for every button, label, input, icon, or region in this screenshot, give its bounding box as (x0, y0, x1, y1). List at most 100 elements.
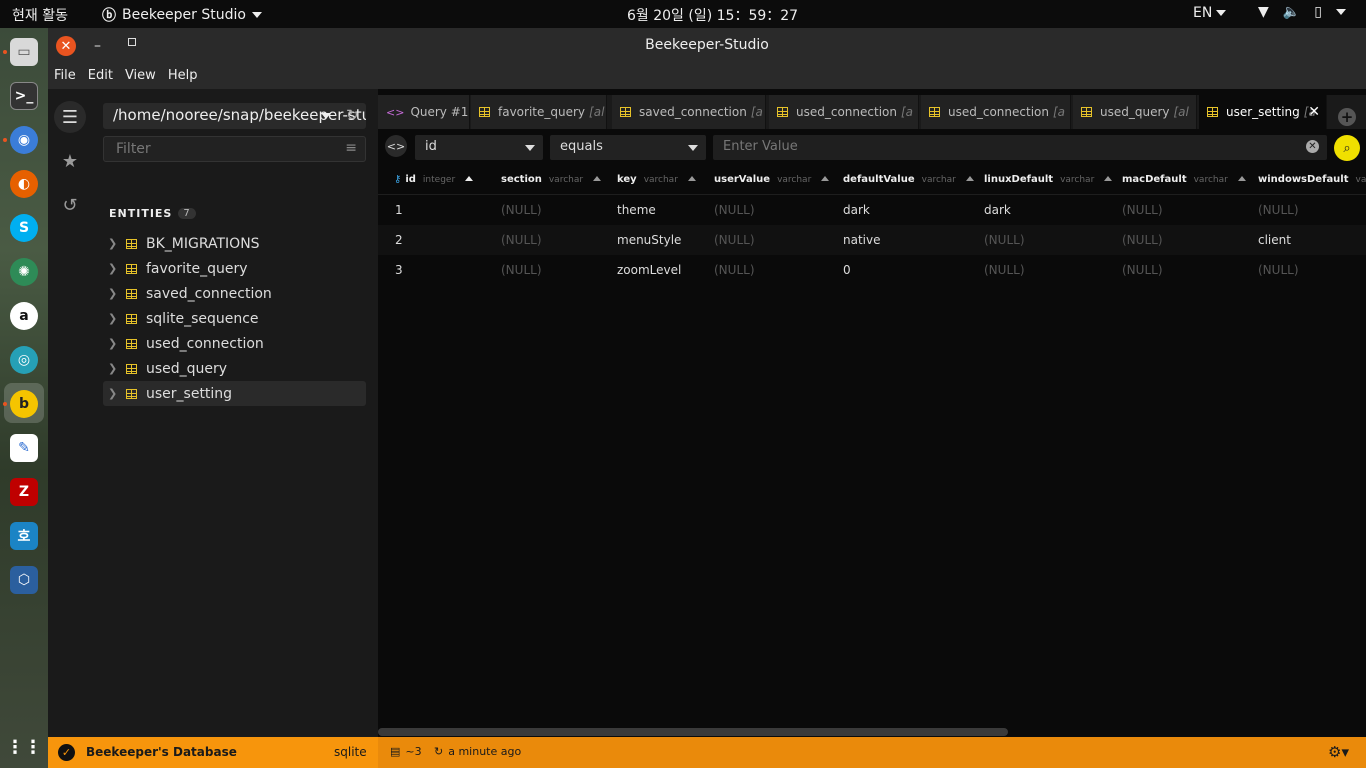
tab-favorite-query[interactable]: favorite_query [al (471, 95, 607, 129)
cell[interactable]: zoomLevel (617, 263, 681, 277)
cell[interactable]: (NULL) (714, 233, 755, 247)
add-tab-icon[interactable]: + (1338, 108, 1356, 126)
cell[interactable]: (NULL) (501, 233, 542, 247)
cell[interactable]: (NULL) (714, 203, 755, 217)
table-row[interactable]: 1 (NULL) theme (NULL) dark dark (NULL) (… (378, 195, 1366, 225)
entity-item[interactable]: ❯ favorite_query (103, 256, 366, 281)
sort-icon[interactable] (821, 176, 830, 181)
column-header[interactable]: ⚷ id integer (394, 174, 474, 185)
cell[interactable]: (NULL) (984, 233, 1025, 247)
menu-help[interactable]: Help (162, 64, 204, 89)
atom-icon[interactable]: ✺ (10, 258, 38, 286)
column-header[interactable]: linuxDefault varchar (984, 174, 1113, 185)
entity-item[interactable]: ❯ BK_MIGRATIONS (103, 231, 366, 256)
history-icon[interactable]: ↺ (54, 189, 86, 221)
entity-item[interactable]: ❯ sqlite_sequence (103, 306, 366, 331)
menu-edit[interactable]: Edit (82, 64, 119, 89)
chevron-right-icon[interactable]: ❯ (108, 337, 126, 350)
code-icon[interactable]: <> (385, 135, 407, 157)
column-header[interactable]: defaultValue varchar (843, 174, 974, 185)
beekeeper-studio-icon[interactable]: b (10, 390, 38, 418)
chevron-right-icon[interactable]: ❯ (108, 362, 126, 375)
cell[interactable]: 1 (395, 203, 403, 217)
cell[interactable]: (NULL) (714, 263, 755, 277)
gear-icon[interactable]: ⚙▾ (1328, 743, 1349, 761)
column-header[interactable]: macDefault varchar (1122, 174, 1246, 185)
filter-icon[interactable]: ≡ (345, 140, 357, 156)
filezilla-icon[interactable]: Z (10, 478, 38, 506)
cell[interactable]: (NULL) (1122, 233, 1163, 247)
system-tray[interactable]: ▼ 🔈 ▯ (1258, 4, 1346, 20)
language-selector[interactable]: EN (1193, 5, 1227, 21)
tab-used-connection-2[interactable]: used_connection [a (921, 95, 1071, 129)
menu-view[interactable]: View (119, 64, 162, 89)
close-icon[interactable]: ✕ (1308, 104, 1320, 120)
menu-file[interactable]: File (48, 64, 82, 89)
sort-icon[interactable] (965, 176, 974, 181)
firefox-icon[interactable]: ◐ (10, 170, 38, 198)
terminal-icon[interactable]: >_ (10, 82, 38, 110)
chevron-right-icon[interactable]: ❯ (108, 287, 126, 300)
cell[interactable]: theme (617, 203, 656, 217)
database-icon[interactable]: ☰ (54, 101, 86, 133)
cell[interactable]: (NULL) (1258, 203, 1299, 217)
sort-icon[interactable] (465, 176, 474, 181)
sort-icon[interactable] (687, 176, 696, 181)
clock[interactable]: 6월 20일 (일) 15：59：27 (627, 5, 798, 25)
tab-used-connection[interactable]: used_connection [a (769, 95, 919, 129)
cell[interactable]: (NULL) (984, 263, 1025, 277)
entity-item[interactable]: ❯ saved_connection (103, 281, 366, 306)
cell[interactable]: (NULL) (501, 263, 542, 277)
cell[interactable]: 0 (843, 263, 851, 277)
search-icon[interactable]: ⌕ (1334, 135, 1360, 161)
input-method-icon[interactable]: 호 (10, 522, 38, 550)
cell[interactable]: 3 (395, 263, 403, 277)
connection-selector[interactable]: /home/nooree/snap/beekeeper-studio (103, 103, 366, 129)
filter-field-select[interactable]: id (415, 135, 543, 160)
column-header[interactable]: userValue varchar (714, 174, 830, 185)
tab-user-setting[interactable]: user_setting [a ✕ (1199, 95, 1327, 129)
activities-button[interactable]: 현재 활동 (12, 5, 68, 25)
entity-item[interactable]: ❯ used_query (103, 356, 366, 381)
refresh-icon[interactable]: ↻ (346, 106, 359, 124)
cell[interactable]: (NULL) (501, 203, 542, 217)
cell[interactable]: native (843, 233, 880, 247)
table-row[interactable]: 2 (NULL) menuStyle (NULL) native (NULL) … (378, 225, 1366, 255)
last-updated[interactable]: ↻ a minute ago (434, 745, 521, 758)
cell[interactable]: dark (984, 203, 1011, 217)
chevron-right-icon[interactable]: ❯ (108, 387, 126, 400)
entity-item-selected[interactable]: ❯ user_setting (103, 381, 366, 406)
cell[interactable]: 2 (395, 233, 403, 247)
cell[interactable]: dark (843, 203, 870, 217)
chevron-right-icon[interactable]: ❯ (108, 262, 126, 275)
app-menu[interactable]: ⓑ Beekeeper Studio (102, 5, 262, 25)
cell[interactable]: (NULL) (1122, 203, 1163, 217)
chevron-right-icon[interactable]: ❯ (108, 312, 126, 325)
clear-icon[interactable]: ✕ (1306, 140, 1319, 153)
cell[interactable]: (NULL) (1258, 263, 1299, 277)
table-row[interactable]: 3 (NULL) zoomLevel (NULL) 0 (NULL) (NULL… (378, 255, 1366, 285)
skype-icon[interactable]: S (10, 214, 38, 242)
horizontal-scrollbar[interactable] (378, 728, 1008, 736)
tab-saved-connection[interactable]: saved_connection [a (612, 95, 766, 129)
entity-item[interactable]: ❯ used_connection (103, 331, 366, 356)
column-header[interactable]: windowsDefaultvarchar (1258, 174, 1366, 185)
filter-value-input[interactable]: Enter Value ✕ (713, 135, 1327, 160)
files-icon[interactable]: ▭ (10, 38, 38, 66)
chevron-right-icon[interactable]: ❯ (108, 237, 126, 250)
chromium-icon[interactable]: ◉ (10, 126, 38, 154)
column-header[interactable]: section varchar (501, 174, 602, 185)
tab-query-1[interactable]: <> Query #1 (378, 95, 470, 129)
amazon-icon[interactable]: a (10, 302, 38, 330)
sort-icon[interactable] (1104, 176, 1113, 181)
cell[interactable]: menuStyle (617, 233, 681, 247)
cell[interactable]: client (1258, 233, 1291, 247)
connection-status[interactable]: ✓ Beekeeper's Database sqlite (48, 737, 378, 768)
cell[interactable]: (NULL) (1122, 263, 1163, 277)
show-applications-icon[interactable]: ⋮⋮ (6, 733, 42, 761)
text-editor-icon[interactable]: ✎ (10, 434, 38, 462)
virtualbox-icon[interactable]: ⬡ (10, 566, 38, 594)
tab-used-query[interactable]: used_query [al (1073, 95, 1197, 129)
sort-icon[interactable] (593, 176, 602, 181)
sort-icon[interactable] (1237, 176, 1246, 181)
